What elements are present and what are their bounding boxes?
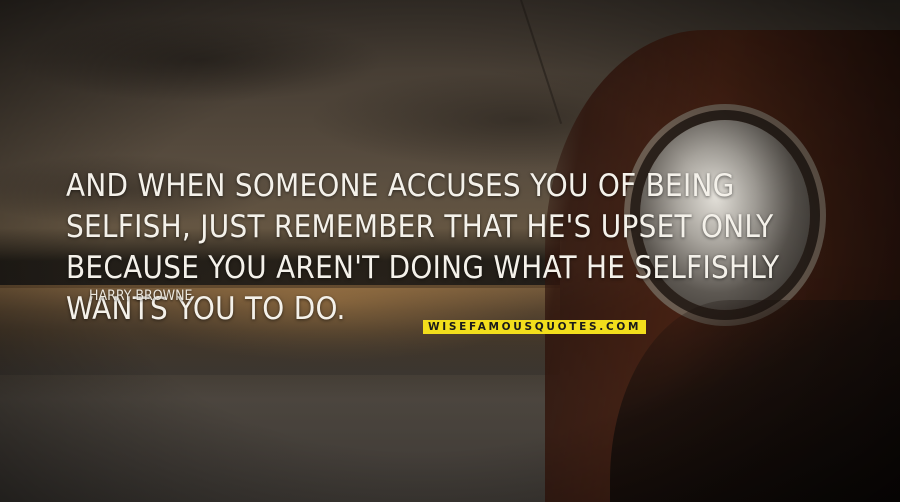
quote-text: AND WHEN SOMEONE ACCUSES YOU OF BEING SE…: [66, 168, 780, 327]
quote-author: HARRY BROWNE: [89, 288, 193, 304]
quote-image: AND WHEN SOMEONE ACCUSES YOU OF BEING SE…: [0, 0, 900, 502]
watermark-logo: WISEFAMOUSQUOTES.COM: [423, 320, 647, 334]
